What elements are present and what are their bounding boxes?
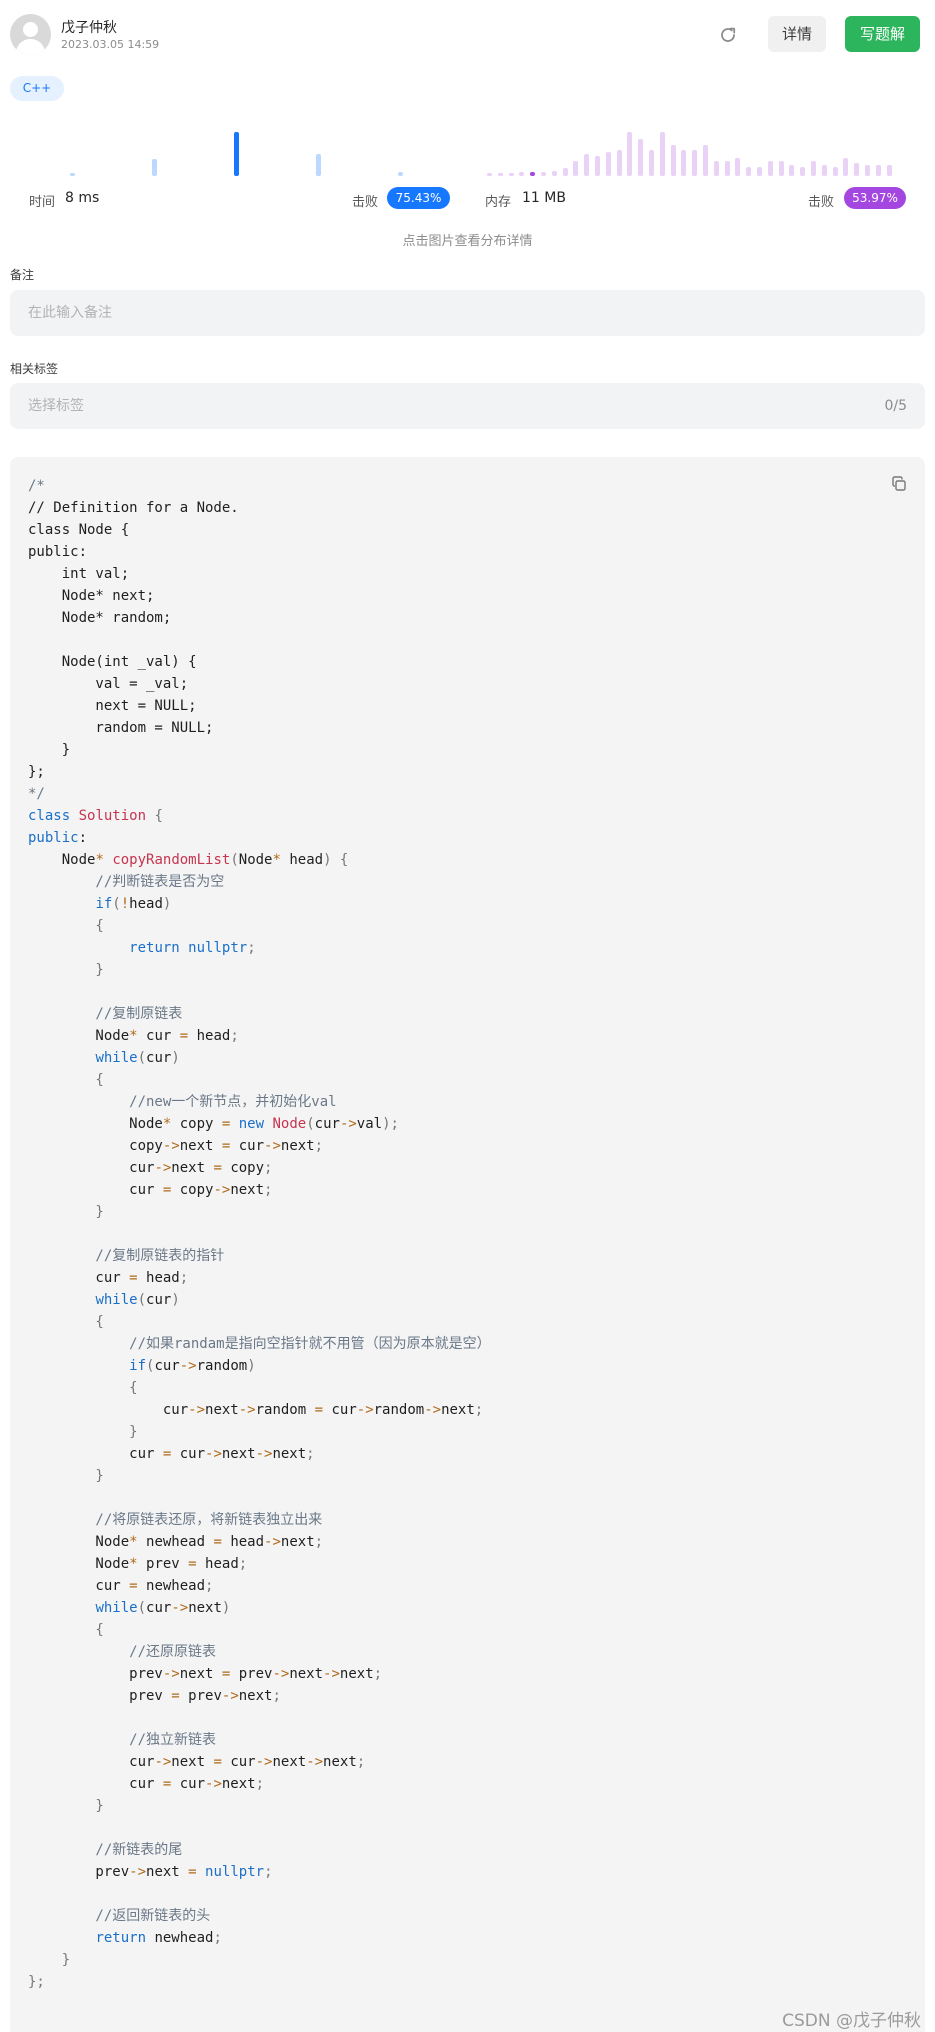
memory-hist-bar [746, 167, 752, 176]
memory-hist-bar [659, 132, 665, 176]
memory-hist-bar [681, 150, 687, 176]
memory-hist-bar [562, 168, 568, 176]
memory-hist-bar [487, 173, 492, 176]
memory-hist-bar [573, 161, 579, 176]
memory-hist-bar [616, 150, 622, 176]
avatar[interactable] [10, 14, 51, 55]
memory-hist-bar [670, 145, 676, 176]
memory-hist-bar [875, 165, 881, 176]
memory-hist-bar [519, 172, 525, 176]
submission-date: 2023.03.05 14:59 [61, 38, 160, 51]
memory-hist-bar [692, 150, 698, 176]
memory-hist-bar [508, 173, 514, 176]
memory-hist-bar [649, 150, 654, 176]
author-name[interactable]: 戊子仲秋 [61, 17, 117, 37]
memory-hist-bar [886, 165, 892, 176]
memory-hist-bar [800, 167, 806, 176]
runtime-hist-bar [152, 159, 157, 176]
memory-hist-bar [627, 132, 633, 176]
memory-hist-bar [865, 165, 870, 176]
memory-hist-bar [735, 158, 741, 176]
tags-count: 0/5 [884, 398, 907, 414]
runtime-distribution-chart[interactable] [70, 130, 420, 178]
memory-hist-bar [605, 152, 611, 176]
memory-hist-bar [584, 154, 590, 176]
memory-hist-bar [854, 163, 860, 176]
memory-hist-bar [497, 173, 503, 176]
code-content: /* // Definition for a Node. class Node … [28, 478, 491, 1990]
runtime-hist-bar [398, 172, 403, 176]
code-block: /* // Definition for a Node. class Node … [10, 457, 925, 2032]
memory-hist-bar [638, 139, 644, 176]
tags-label: 相关标签 [10, 362, 59, 376]
memory-hist-bar [541, 172, 546, 176]
memory-hist-bar [832, 167, 838, 176]
memory-hist-bar [843, 158, 849, 176]
refresh-icon[interactable] [717, 24, 739, 46]
memory-label: 内存 [485, 195, 512, 210]
runtime-beat-badge: 75.43% [387, 187, 450, 209]
write-solution-button[interactable]: 写题解 [845, 16, 920, 52]
runtime-hist-bar [234, 132, 239, 176]
memory-hist-bar [778, 161, 784, 176]
tags-select[interactable]: 选择标签 0/5 [10, 383, 925, 429]
memory-value: 11 MB [522, 190, 566, 206]
runtime-label: 时间 [29, 195, 56, 210]
memory-hist-bar [724, 161, 730, 176]
language-tag[interactable]: C++ [10, 76, 64, 101]
distribution-hint: 点击图片查看分布详情 [402, 234, 533, 249]
memory-hist-bar [789, 165, 795, 176]
tags-placeholder: 选择标签 [28, 398, 84, 414]
memory-hist-bar [811, 161, 816, 176]
runtime-hist-bar [316, 154, 321, 176]
memory-beat-badge: 53.97% [844, 187, 906, 209]
memory-hist-bar [821, 165, 827, 176]
memory-hist-bar [595, 156, 600, 176]
memory-hist-bar [713, 161, 719, 176]
note-input[interactable]: 在此输入备注 [10, 290, 925, 336]
memory-hist-bar [703, 145, 708, 176]
memory-distribution-chart[interactable] [487, 130, 907, 178]
memory-hist-bar [530, 172, 536, 176]
runtime-beat-label: 击败 [352, 195, 379, 210]
solution-header: 戊子仲秋 2023.03.05 14:59 详情 写题解 [10, 14, 925, 58]
memory-hist-bar [767, 161, 773, 176]
watermark: CSDN @戊子仲秋 [782, 2011, 921, 2031]
memory-hist-bar [551, 171, 557, 176]
runtime-value: 8 ms [65, 190, 100, 206]
runtime-hist-bar [70, 173, 75, 176]
copy-icon[interactable] [890, 475, 908, 493]
memory-beat-label: 击败 [808, 195, 835, 210]
note-label: 备注 [10, 268, 35, 282]
memory-hist-bar [757, 167, 762, 176]
details-button[interactable]: 详情 [768, 16, 826, 52]
